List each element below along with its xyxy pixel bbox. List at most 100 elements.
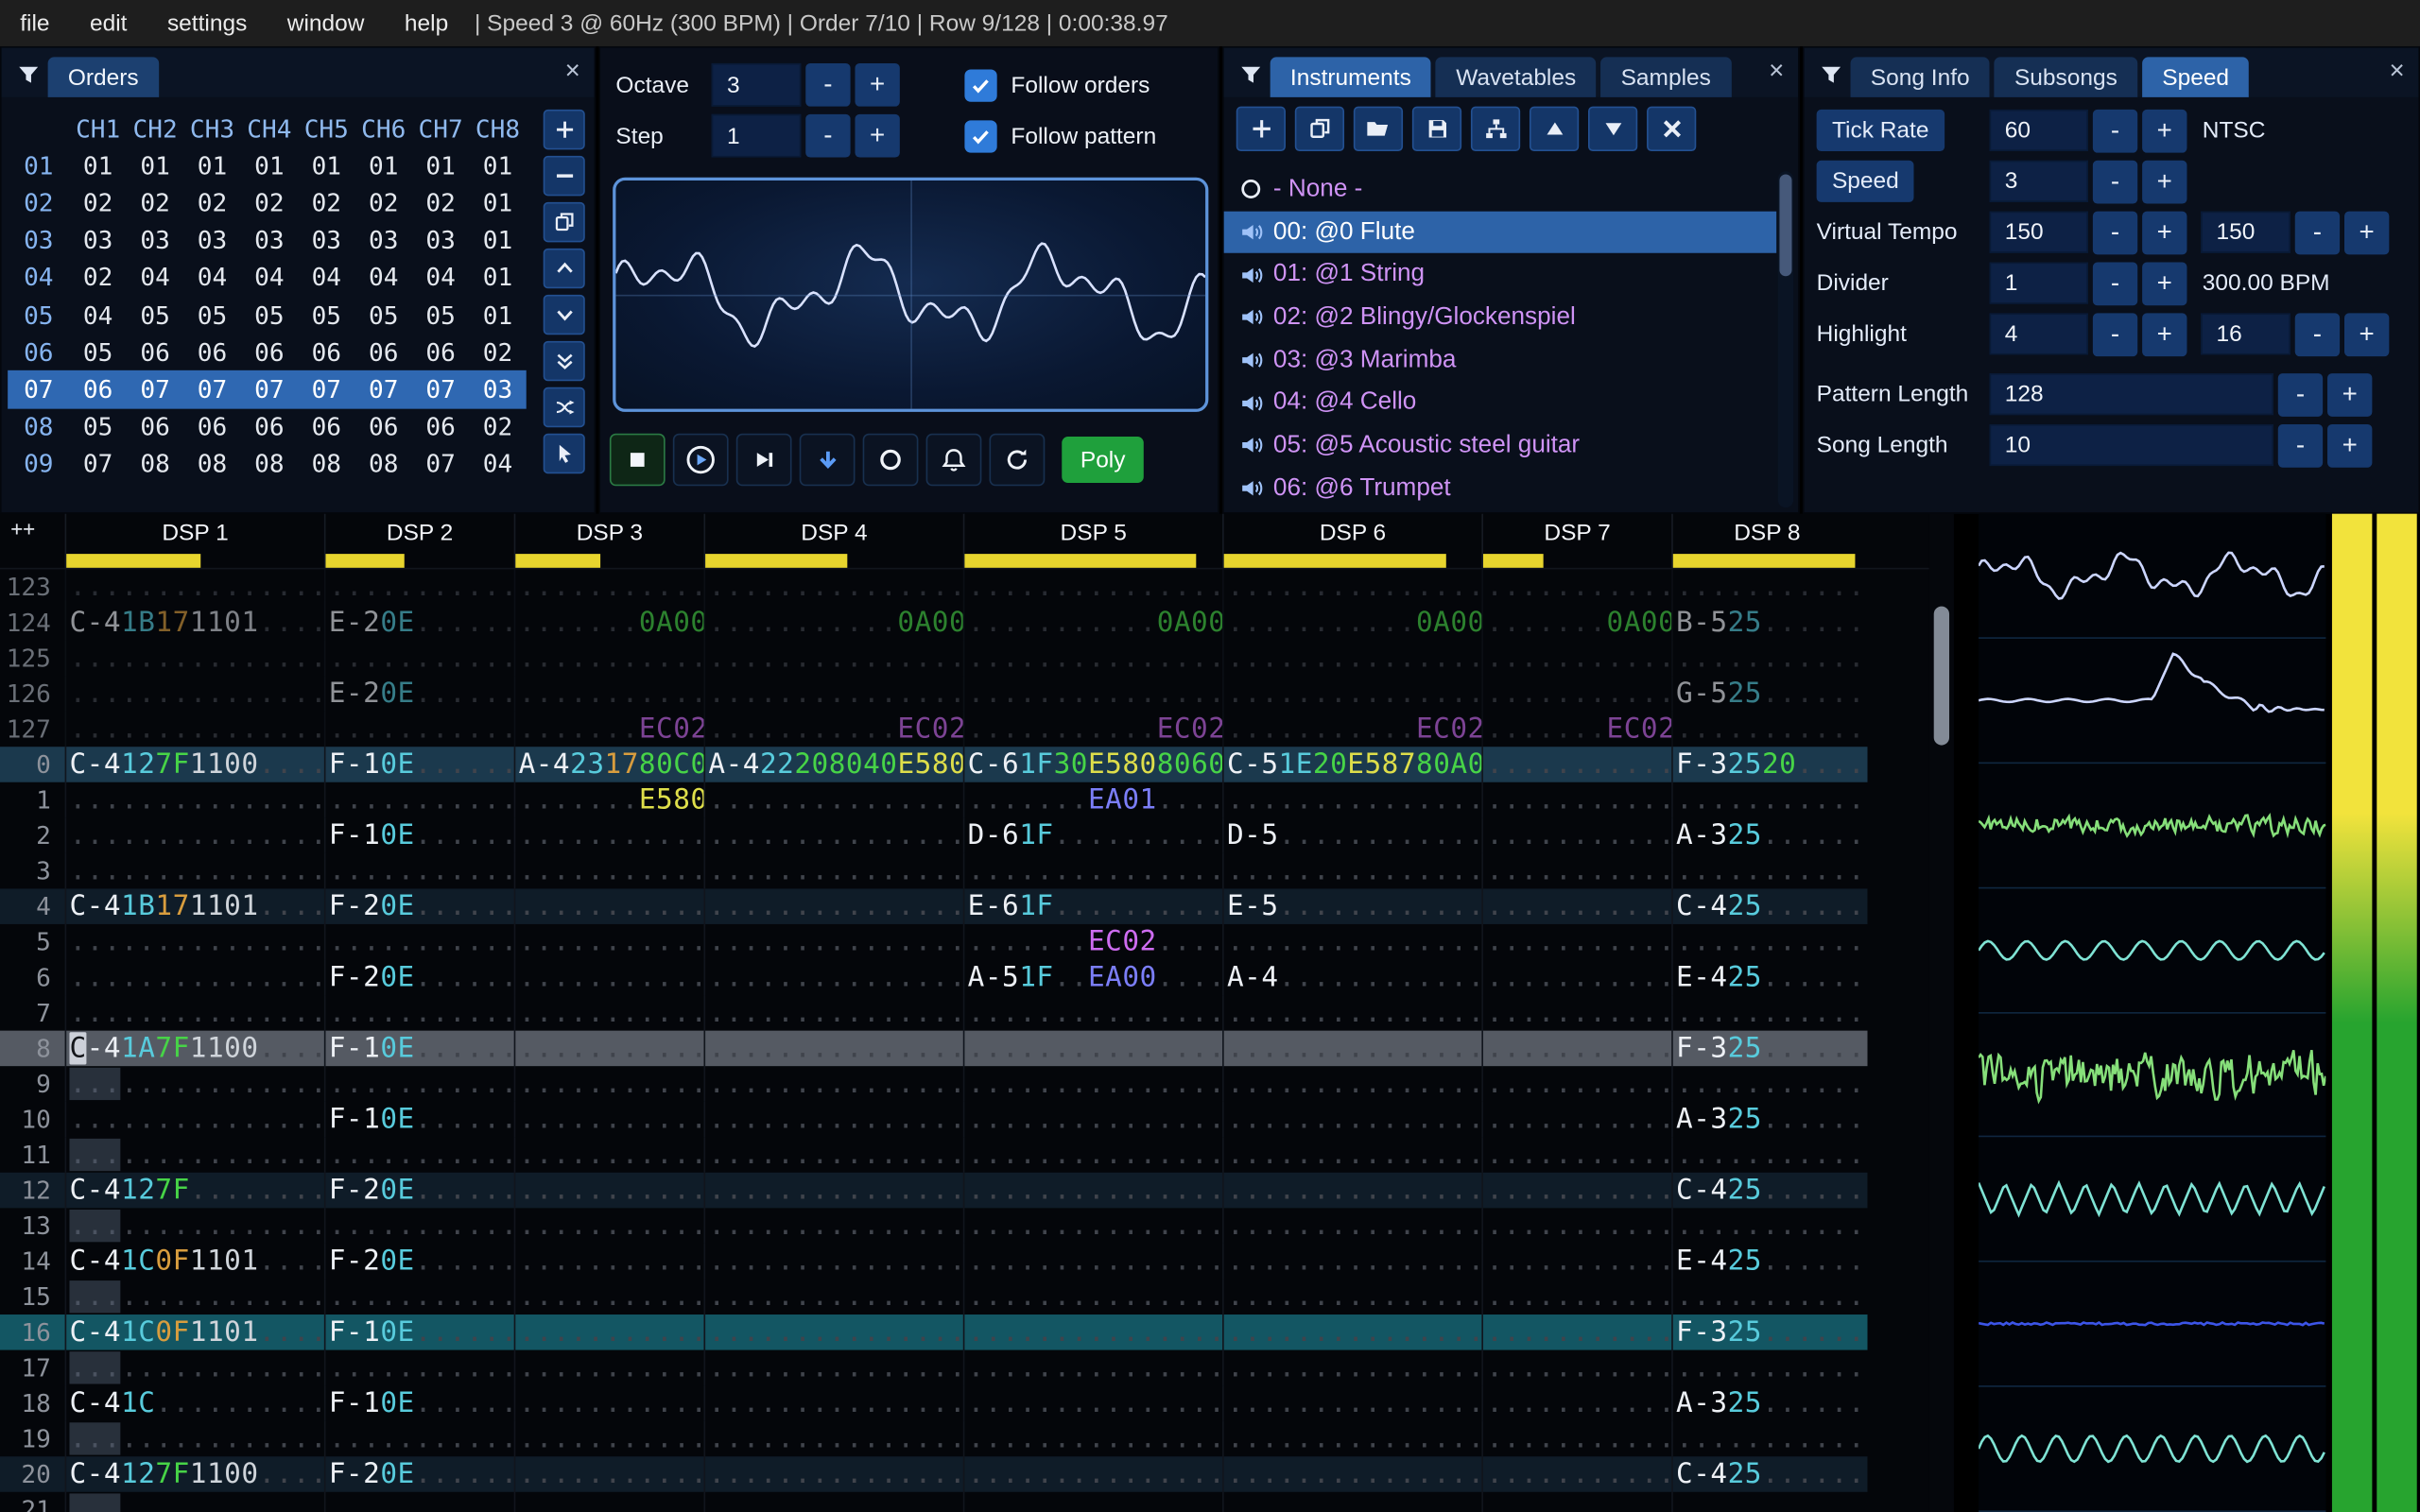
order-cell[interactable]: 06 (412, 337, 469, 367)
pattern-cell[interactable]: ............... (1222, 852, 1481, 889)
order-cell[interactable]: 05 (69, 337, 126, 367)
menu-settings[interactable]: settings (147, 10, 268, 37)
order-cell[interactable]: 04 (355, 263, 412, 292)
pattern-cell[interactable]: A-4............ (1222, 959, 1481, 996)
order-cell[interactable]: 08 (127, 450, 183, 479)
pattern-row[interactable]: 125.....................................… (0, 640, 1868, 677)
pattern-cell[interactable]: ............... (1222, 1349, 1481, 1386)
menu-file[interactable]: file (0, 10, 70, 37)
channel-header[interactable]: DSP 3 (513, 513, 704, 568)
pattern-cell[interactable]: ............... (1222, 782, 1481, 818)
pattern-cell[interactable]: ............... (962, 1137, 1222, 1173)
pattern-cell[interactable]: ........... (1671, 711, 1861, 747)
speed-increase-button[interactable]: + (2142, 159, 2187, 203)
order-cell[interactable]: 07 (355, 375, 412, 404)
order-cell[interactable]: 06 (355, 337, 412, 367)
pattern-cell[interactable]: F-20E...... (323, 888, 514, 924)
pattern-row[interactable]: 16 C-41C0F1101.... F-10E..................… (0, 1314, 1868, 1350)
pattern-cell[interactable]: ........... (513, 995, 703, 1031)
pattern-cell[interactable]: ............... (1222, 1243, 1481, 1280)
pattern-cell[interactable]: ............... (64, 569, 324, 605)
move-instrument-up-button[interactable] (1529, 106, 1580, 151)
order-cell[interactable]: 03 (469, 375, 526, 404)
highlight-second-increase-button[interactable]: + (2343, 312, 2390, 356)
pattern-cell[interactable]: E-425...... (1671, 959, 1861, 996)
pattern-row[interactable]: 9.......................................… (0, 1066, 1868, 1102)
repeat-pattern-button[interactable] (989, 433, 1046, 487)
pattern-cell[interactable]: ............... (1222, 1137, 1481, 1173)
move-order-down-button[interactable] (543, 294, 585, 335)
order-cell[interactable]: 01 (469, 226, 526, 255)
order-cell[interactable]: 03 (241, 226, 298, 255)
pattern-cell[interactable]: ............... (962, 1279, 1222, 1315)
pattern-cell[interactable]: ............... (962, 1314, 1222, 1350)
pattern-cell[interactable]: C-41C0F1101.... (64, 1314, 324, 1350)
pattern-cell[interactable]: ........... (323, 1208, 514, 1244)
pattern-row[interactable]: 5.......................................… (0, 923, 1868, 960)
pattern-cell[interactable]: ........... (323, 569, 514, 605)
pattern-cell[interactable]: ........... (513, 640, 703, 677)
speed-button[interactable]: Speed (1816, 160, 1915, 202)
pattern-cell[interactable]: ........... (1481, 747, 1671, 782)
save-instrument-button[interactable] (1411, 106, 1462, 151)
pattern-cell[interactable]: ............... (1222, 1385, 1481, 1421)
pattern-cell[interactable]: ........... (1481, 959, 1671, 996)
pattern-cell[interactable]: ............... (703, 888, 963, 924)
pattern-cell[interactable]: ........... (513, 1491, 703, 1512)
pattern-cell[interactable]: ........... (1481, 782, 1671, 818)
pattern-cell[interactable]: ............... (962, 676, 1222, 712)
order-cell[interactable]: 04 (183, 263, 240, 292)
order-cell[interactable]: 07 (69, 450, 126, 479)
pattern-cell[interactable]: ........... (323, 1349, 514, 1386)
pattern-cell[interactable]: ........... (1481, 817, 1671, 853)
order-cell[interactable]: 01 (355, 151, 412, 180)
pattern-cell[interactable]: ............... (962, 1030, 1222, 1067)
pattern-cell[interactable]: C-4127F........ (64, 1172, 324, 1209)
open-instrument-button[interactable] (1353, 106, 1404, 151)
pattern-row[interactable]: 12 C-4127F........ F-20E..................… (0, 1172, 1868, 1209)
instrument-item[interactable]: 03: @3 Marimba (1224, 339, 1776, 382)
pattern-cell[interactable]: ............... (703, 1349, 963, 1386)
pattern-cell[interactable]: C-4127F1100.... (64, 1456, 324, 1492)
pattern-cell[interactable]: ............... (64, 1279, 324, 1315)
pattern-cell[interactable]: ........... (513, 888, 703, 924)
pattern-cell[interactable]: ............... (703, 852, 963, 889)
order-cell[interactable]: 03 (127, 226, 183, 255)
pattern-cell[interactable]: ............... (1222, 1208, 1481, 1244)
pattern-row[interactable]: 15......................................… (0, 1279, 1868, 1315)
remove-order-button[interactable] (543, 155, 585, 197)
pattern-cell[interactable]: ........... (513, 1420, 703, 1457)
order-cell[interactable]: 04 (127, 263, 183, 292)
follow-orders-checkbox[interactable] (964, 68, 997, 101)
pattern-cell[interactable]: ........... (513, 852, 703, 889)
pattern-length-input[interactable]: 128 (1989, 373, 2273, 416)
virtual-tempo-divisor-input[interactable]: 150 (2201, 211, 2290, 253)
tick-rate-increase-button[interactable]: + (2142, 109, 2187, 152)
pattern-cell[interactable]: ............... (962, 1101, 1222, 1138)
pattern-cell[interactable]: C-4127F1100.... (64, 747, 324, 782)
menu-help[interactable]: help (385, 10, 469, 37)
play-button[interactable] (672, 433, 729, 487)
pattern-cell[interactable]: ........... (513, 923, 703, 960)
pattern-cell[interactable]: ............... (703, 1456, 963, 1492)
order-cell[interactable]: 01 (469, 263, 526, 292)
tab-subsongs[interactable]: Subsongs (1994, 57, 2138, 97)
instrument-list-scrollbar[interactable] (1777, 171, 1794, 508)
divider-decrease-button[interactable]: - (2092, 261, 2138, 305)
divider-input[interactable]: 1 (1989, 262, 2088, 304)
pattern-cell[interactable]: A-51F..EA00.... (962, 959, 1222, 996)
pattern-cell[interactable]: ............... (962, 1243, 1222, 1280)
pattern-cell[interactable]: F-20E...... (323, 959, 514, 996)
pattern-row[interactable]: 10............... F-10E..................… (0, 1101, 1868, 1138)
order-row[interactable]: 03 03 03 03 03 03 03 03 01 (8, 221, 527, 258)
order-cell[interactable]: 01 (69, 151, 126, 180)
order-cell[interactable]: 03 (412, 226, 469, 255)
pattern-cell[interactable]: ........... (1671, 1137, 1861, 1173)
pattern-cell[interactable]: C-41C0F1101.... (64, 1243, 324, 1280)
pattern-cell[interactable]: F-20E...... (323, 1456, 514, 1492)
pattern-cell[interactable]: A-4231780C0 (513, 747, 703, 782)
pattern-cell[interactable]: ........... (513, 1243, 703, 1280)
order-cell[interactable]: 01 (469, 301, 526, 330)
pattern-cell[interactable]: E-61F.......... (962, 888, 1222, 924)
order-cell[interactable]: 03 (298, 226, 354, 255)
